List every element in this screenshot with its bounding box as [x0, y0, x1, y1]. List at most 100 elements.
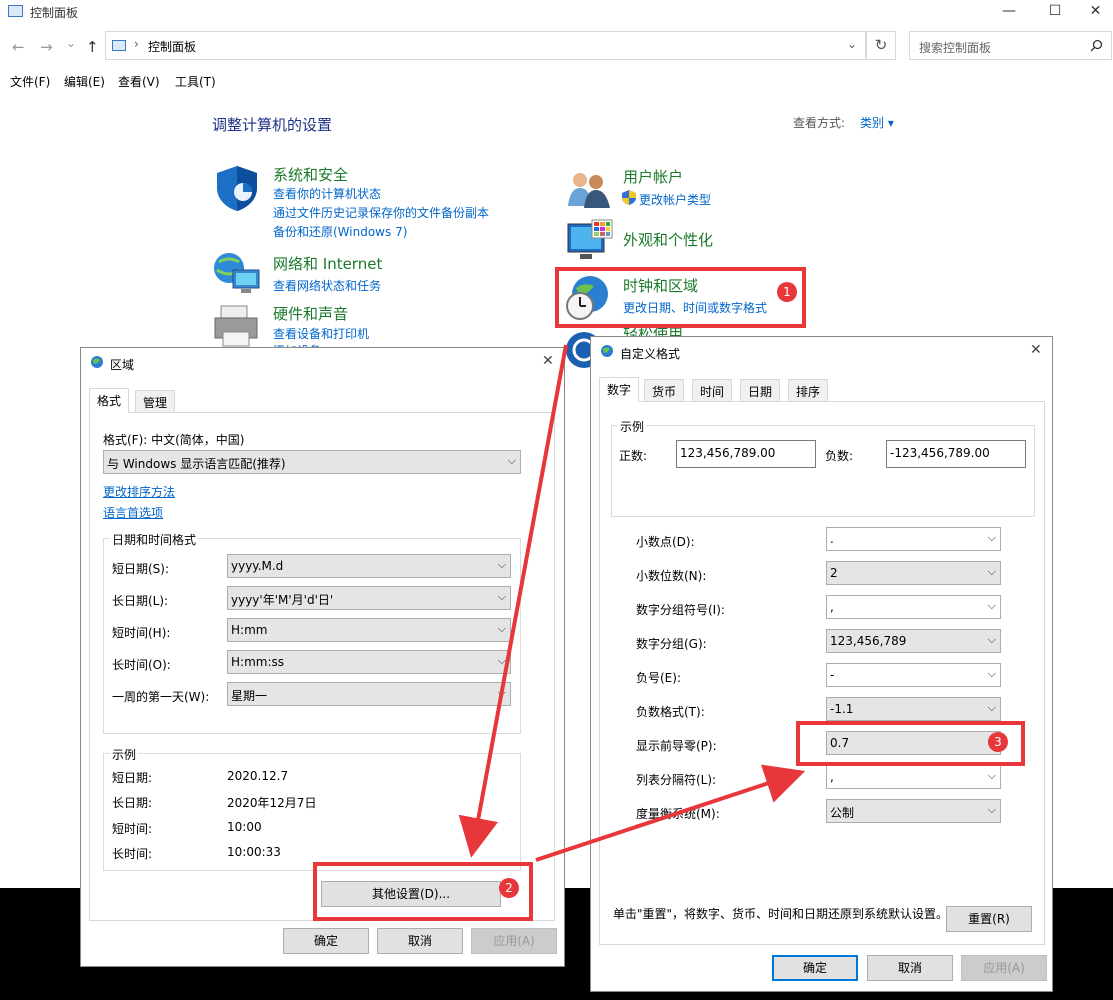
link-devices-printers[interactable]: 查看设备和打印机	[273, 325, 369, 342]
first-day-value: 星期一	[231, 689, 268, 703]
category-network[interactable]: 网络和 Internet	[273, 253, 382, 274]
chevron-down-icon: ⌵	[497, 686, 506, 699]
category-appearance[interactable]: 外观和个性化	[623, 229, 713, 250]
region-close-button[interactable]: ✕	[542, 353, 554, 369]
long-date-dropdown[interactable]: yyyy'年'M'月'd'日' ⌵	[227, 586, 511, 610]
short-date-dropdown[interactable]: yyyy.M.d ⌵	[227, 554, 511, 578]
customize-ok-button[interactable]: 确定	[772, 955, 858, 981]
customize-apply-button[interactable]: 应用(A)	[961, 955, 1047, 981]
link-file-history[interactable]: 通过文件历史记录保存你的文件备份副本	[273, 204, 489, 221]
long-time-dropdown[interactable]: H:mm:ss ⌵	[227, 650, 511, 674]
category-system-security[interactable]: 系统和安全	[273, 164, 348, 185]
region-ok-button[interactable]: 确定	[283, 928, 369, 954]
customize-dialog-title: 自定义格式	[620, 347, 681, 361]
category-user-accounts[interactable]: 用户帐户	[623, 166, 683, 187]
first-day-label: 一周的第一天(W):	[112, 690, 210, 704]
measurement-system-label: 度量衡系统(M):	[636, 807, 720, 821]
example-group: 示例	[103, 746, 521, 871]
tab-sort[interactable]: 排序	[788, 379, 829, 401]
list-separator-value: ,	[830, 770, 834, 784]
menu-edit[interactable]: 编辑(E)	[64, 73, 105, 90]
list-separator-dropdown[interactable]: , ⌵	[826, 765, 1001, 789]
shield-icon	[217, 166, 257, 211]
category-hardware-sound[interactable]: 硬件和声音	[273, 303, 348, 324]
chevron-down-icon: ⌵	[497, 622, 506, 635]
tab-date[interactable]: 日期	[740, 379, 781, 401]
reset-note: 单击"重置"，将数字、货币、时间和日期还原到系统默认设置。	[613, 907, 949, 921]
minimize-button[interactable]: —	[986, 2, 1032, 22]
chevron-down-icon: ⌵	[987, 769, 996, 782]
short-time-label: 短时间(H):	[112, 626, 171, 640]
decimal-digits-dropdown[interactable]: 2 ⌵	[826, 561, 1001, 585]
menu-view[interactable]: 查看(V)	[118, 73, 160, 90]
negative-sign-dropdown[interactable]: - ⌵	[826, 663, 1001, 687]
address-dropdown-icon[interactable]: ⌄	[847, 37, 857, 51]
negative-sign-value: -	[830, 668, 835, 682]
long-date-label: 长日期(L):	[112, 594, 169, 608]
datetime-group-title: 日期和时间格式	[110, 531, 199, 548]
search-box[interactable]: 搜索控制面板	[909, 31, 1112, 60]
customize-cancel-button[interactable]: 取消	[867, 955, 953, 981]
back-button[interactable]: ←	[12, 38, 25, 56]
positive-example-field: 123,456,789.00	[676, 440, 816, 468]
region-cancel-button[interactable]: 取消	[377, 928, 463, 954]
view-by-label: 查看方式:	[793, 116, 846, 130]
digit-grouping-value: 123,456,789	[830, 634, 907, 648]
link-change-sort[interactable]: 更改排序方法	[103, 483, 175, 500]
example-short-date-label: 短日期:	[112, 771, 153, 785]
forward-button[interactable]: →	[40, 38, 53, 56]
short-time-value: H:mm	[231, 623, 268, 637]
link-network-status[interactable]: 查看网络状态和任务	[273, 277, 381, 294]
digit-grouping-symbol-value: ,	[830, 600, 834, 614]
tab-numbers[interactable]: 数字	[599, 377, 640, 402]
leading-zero-label: 显示前导零(P):	[636, 739, 717, 753]
refresh-button[interactable]: ↻	[866, 31, 896, 60]
link-language-prefs[interactable]: 语言首选项	[103, 504, 163, 521]
link-backup-restore[interactable]: 备份和还原(Windows 7)	[273, 223, 407, 240]
decimal-digits-label: 小数位数(N):	[636, 569, 707, 583]
network-icon	[214, 253, 260, 293]
negative-label: 负数:	[825, 449, 854, 463]
customize-format-dialog: 自定义格式 ✕ 数字 货币 时间 日期 排序 示例 正数: 123,456,78…	[590, 336, 1053, 992]
region-apply-button[interactable]: 应用(A)	[471, 928, 557, 954]
annotation-badge-1: 1	[777, 282, 797, 302]
decimal-symbol-dropdown[interactable]: . ⌵	[826, 527, 1001, 551]
menu-file[interactable]: 文件(F)	[10, 73, 50, 90]
menu-tools[interactable]: 工具(T)	[175, 73, 216, 90]
customize-close-button[interactable]: ✕	[1030, 342, 1042, 358]
address-text: 控制面板	[148, 40, 197, 54]
recent-locations-button[interactable]: ⌄	[66, 36, 76, 50]
negative-sign-label: 负号(E):	[636, 671, 681, 685]
search-input[interactable]: 搜索控制面板	[919, 39, 991, 56]
digit-grouping-symbol-dropdown[interactable]: , ⌵	[826, 595, 1001, 619]
long-time-label: 长时间(O):	[112, 658, 171, 672]
negative-format-dropdown[interactable]: -1.1 ⌵	[826, 697, 1001, 721]
title-bar: 控制面板 — ☐ ✕	[0, 0, 1113, 24]
link-check-status[interactable]: 查看你的计算机状态	[273, 185, 381, 202]
negative-example-field: -123,456,789.00	[886, 440, 1026, 468]
format-dropdown[interactable]: 与 Windows 显示语言匹配(推荐) ⌵	[103, 450, 521, 474]
negative-format-label: 负数格式(T):	[636, 705, 705, 719]
close-button[interactable]: ✕	[1078, 2, 1113, 22]
example-long-time-value: 10:00:33	[227, 845, 281, 859]
tab-admin[interactable]: 管理	[135, 390, 176, 412]
first-day-dropdown[interactable]: 星期一 ⌵	[227, 682, 511, 706]
digit-grouping-dropdown[interactable]: 123,456,789 ⌵	[826, 629, 1001, 653]
tab-format[interactable]: 格式	[89, 388, 130, 413]
tab-currency[interactable]: 货币	[644, 379, 685, 401]
up-button[interactable]: ↑	[86, 38, 99, 56]
format-dropdown-value: 与 Windows 显示语言匹配(推荐)	[107, 457, 286, 471]
chevron-down-icon: ⌵	[497, 590, 506, 603]
tab-time[interactable]: 时间	[692, 379, 733, 401]
reset-button[interactable]: 重置(R)	[946, 906, 1032, 932]
measurement-system-dropdown[interactable]: 公制 ⌵	[826, 799, 1001, 823]
link-change-account-type[interactable]: 更改帐户类型	[639, 191, 711, 208]
short-time-dropdown[interactable]: H:mm ⌵	[227, 618, 511, 642]
maximize-button[interactable]: ☐	[1032, 2, 1078, 22]
annotation-badge-3: 3	[988, 732, 1008, 752]
long-time-value: H:mm:ss	[231, 655, 284, 669]
view-by-dropdown[interactable]: 类别 ▾	[860, 114, 894, 131]
chevron-down-icon: ⌵	[987, 599, 996, 612]
chevron-down-icon: ⌵	[497, 558, 506, 571]
address-bar[interactable]: › 控制面板 ⌄	[105, 31, 866, 60]
